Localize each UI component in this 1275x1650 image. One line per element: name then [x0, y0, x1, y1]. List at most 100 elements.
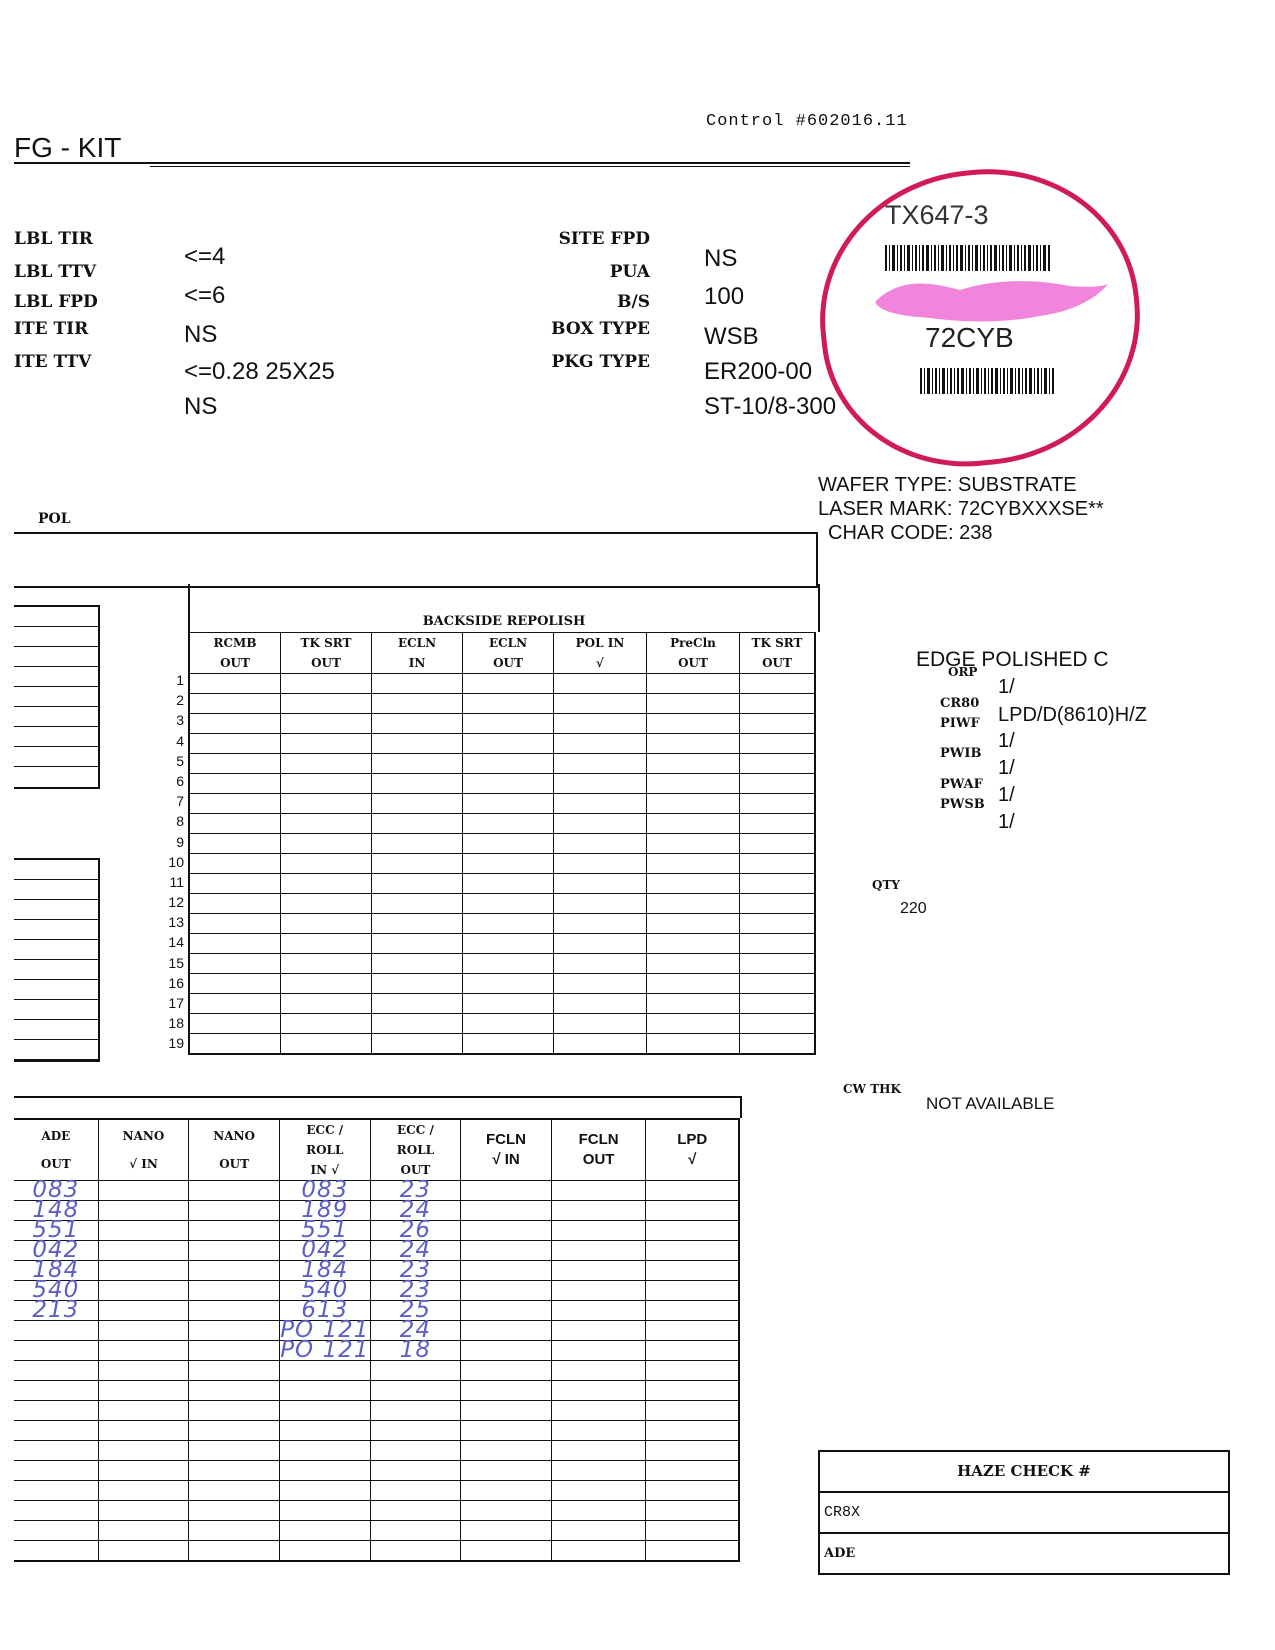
table-cell [280, 993, 372, 1014]
table-cell [369, 1420, 462, 1441]
table-cell [14, 1480, 99, 1501]
table-cell [645, 1540, 740, 1562]
table-cell [646, 873, 740, 894]
table-cell [553, 813, 647, 834]
table-row [14, 1480, 740, 1501]
edge-label-pwaf: PWAF [940, 777, 983, 792]
spec-value-site-fpd: NS [704, 245, 738, 272]
table-cell [739, 713, 816, 734]
col-header: FCLN √ IN [460, 1118, 552, 1181]
col-header: FCLN OUT [550, 1118, 647, 1181]
title-rule [14, 162, 910, 164]
col-header: POL IN √ [553, 632, 647, 674]
table-cell [460, 1260, 552, 1281]
table-cell [97, 1360, 190, 1381]
table-cell [460, 1480, 552, 1501]
table-cell [739, 813, 816, 834]
table-cell [553, 733, 647, 754]
qty-label: QTY [872, 878, 900, 892]
table-cell [278, 1440, 371, 1461]
table-cell [739, 733, 816, 754]
table-cell [188, 773, 281, 794]
table-cell [645, 1340, 740, 1361]
handwritten-entry: 18 [399, 1337, 432, 1363]
table-cell [371, 773, 463, 794]
table-row [188, 1033, 816, 1055]
table-cell [550, 1420, 647, 1441]
table-cell [97, 1460, 190, 1481]
spec-value-lbl-ttv: <=6 [184, 282, 226, 309]
table-row [188, 1013, 816, 1034]
row-number: 13 [168, 914, 184, 931]
table-cell [460, 1380, 552, 1401]
table-cell [739, 693, 816, 714]
table-cell [188, 1420, 280, 1441]
table-cell [550, 1340, 647, 1361]
table-cell [462, 953, 554, 974]
spec-label-bs: B/S [617, 292, 650, 312]
table-cell [97, 1420, 190, 1441]
left-stub-box-lower [14, 858, 100, 1062]
table-cell [553, 673, 647, 694]
table-cell [550, 1200, 647, 1221]
spec-label-site-fpd: SITE FPD [558, 229, 650, 249]
row-number: 16 [168, 974, 184, 991]
table-cell [371, 953, 463, 974]
table-row [188, 913, 816, 934]
edge-value-pwib: 1/ [998, 730, 1015, 752]
table-cell [550, 1480, 647, 1501]
spec-label-lbl-tir: LBL TIR [14, 229, 93, 249]
table-cell [460, 1220, 552, 1241]
table-cell [739, 873, 816, 894]
table-cell [188, 1440, 280, 1461]
table-cell [646, 833, 740, 854]
edge-label-piwf: PIWF [940, 716, 980, 731]
table-cell [371, 873, 463, 894]
edge-value-pwsb: 1/ [998, 811, 1015, 833]
wafer-info: WAFER TYPE: SUBSTRATE LASER MARK: 72CYBX… [818, 473, 1104, 545]
table-cell [280, 793, 372, 814]
table-row: PO 121 18 [14, 1337, 740, 1363]
table-cell [646, 1033, 740, 1055]
row-number: 10 [168, 853, 184, 870]
table-cell [371, 993, 463, 1014]
table-cell [645, 1200, 740, 1221]
table-cell [14, 1420, 99, 1441]
row-number: 2 [176, 692, 184, 709]
table-cell [645, 1380, 740, 1401]
table-cell: PO 121 [278, 1339, 371, 1362]
col-header: ECLN OUT [462, 632, 554, 674]
table-cell [188, 873, 281, 894]
table-row [188, 833, 816, 854]
table-cell [645, 1420, 740, 1441]
table-cell [553, 693, 647, 714]
table-cell [739, 1013, 816, 1034]
table-cell [550, 1520, 647, 1541]
row-number: 3 [176, 712, 184, 729]
table-cell [280, 673, 372, 694]
table-cell [188, 1200, 280, 1221]
col-header: RCMB OUT [188, 632, 281, 674]
table-cell [371, 753, 463, 774]
table-cell [460, 1500, 552, 1521]
backside-title: BACKSIDE REPOLISH [422, 614, 586, 629]
table-cell [646, 733, 740, 754]
table-cell [739, 953, 816, 974]
table-cell [645, 1480, 740, 1501]
table-cell [278, 1520, 371, 1541]
table-cell [97, 1480, 190, 1501]
table-cell [646, 673, 740, 694]
table-cell [460, 1280, 552, 1301]
table-cell [371, 933, 463, 954]
table-cell [550, 1320, 647, 1341]
table-cell [645, 1260, 740, 1281]
table-cell [553, 913, 647, 934]
spec-label-lbl-ttv: LBL TTV [14, 262, 97, 282]
table-cell [460, 1400, 552, 1421]
table-cell [280, 953, 372, 974]
table-cell [280, 1013, 372, 1034]
table-cell [188, 1360, 280, 1381]
table-cell [550, 1380, 647, 1401]
edge-label-pwsb: PWSB [940, 797, 985, 812]
col-header: NANO OUT [188, 1118, 280, 1181]
